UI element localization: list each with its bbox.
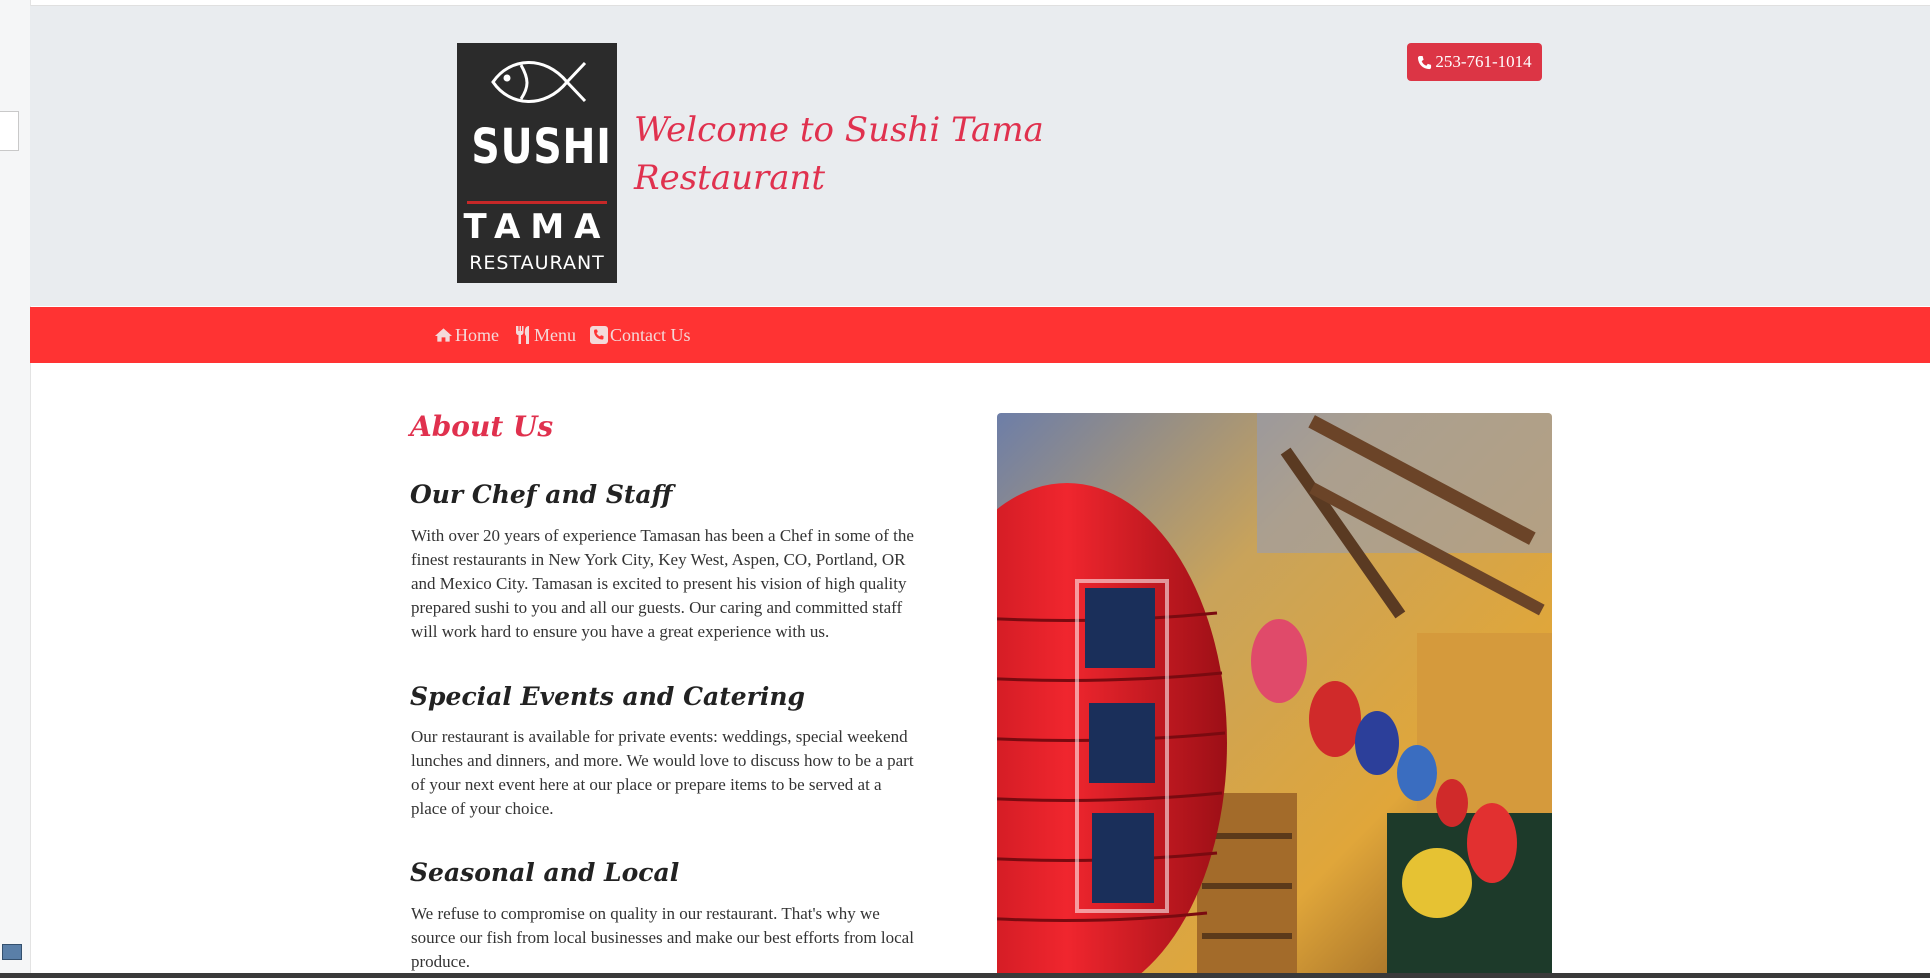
text-line: and Mexico City. Tamasan is excited to p… bbox=[411, 574, 907, 593]
section-text-chef: With over 20 years of experience Tamasan… bbox=[411, 524, 967, 644]
nav-menu[interactable]: Menu bbox=[514, 307, 576, 363]
restaurant-interior-photo bbox=[997, 413, 1552, 978]
main-nav: Home Menu Contact Us bbox=[30, 307, 1930, 363]
site-header: SUSHI TAMA RESTAURANT Welcome to Sushi T… bbox=[30, 6, 1930, 306]
image-thumbnail-icon[interactable] bbox=[2, 944, 22, 960]
text-line: We refuse to compromise on quality in ou… bbox=[411, 904, 880, 923]
text-line: place of your choice. bbox=[411, 799, 554, 818]
about-us-title: About Us bbox=[410, 410, 554, 443]
phone-square-icon bbox=[590, 326, 608, 344]
nav-contact-label: Contact Us bbox=[610, 324, 691, 345]
restaurant-logo[interactable]: SUSHI TAMA RESTAURANT bbox=[457, 43, 617, 283]
welcome-heading: Welcome to Sushi Tama Restaurant bbox=[634, 110, 1044, 198]
nav-contact[interactable]: Contact Us bbox=[590, 307, 691, 363]
phone-button[interactable]: 253-761-1014 bbox=[1407, 43, 1542, 81]
utensils-icon bbox=[516, 326, 529, 344]
logo-tama: TAMA bbox=[463, 207, 611, 247]
section-heading-events: Special Events and Catering bbox=[410, 682, 805, 711]
section-heading-seasonal: Seasonal and Local bbox=[410, 858, 680, 887]
browser-side-panel bbox=[0, 0, 31, 978]
logo-restaurant: RESTAURANT bbox=[469, 252, 605, 274]
text-line: source our fish from local businesses an… bbox=[411, 928, 914, 947]
text-line: will work hard to ensure you have a grea… bbox=[411, 622, 830, 641]
lantern-interior-illustration bbox=[997, 413, 1552, 978]
fish-icon bbox=[491, 61, 587, 103]
text-line: Our restaurant is available for private … bbox=[411, 727, 908, 746]
section-heading-chef: Our Chef and Staff bbox=[410, 480, 673, 509]
nav-menu-label: Menu bbox=[534, 324, 576, 345]
home-icon bbox=[434, 328, 453, 342]
phone-number: 253-761-1014 bbox=[1435, 52, 1532, 71]
logo-sushi: SUSHI bbox=[471, 119, 612, 175]
side-panel-input[interactable] bbox=[0, 111, 19, 151]
section-text-events: Our restaurant is available for private … bbox=[411, 725, 967, 821]
browser-bottom-edge bbox=[0, 973, 1930, 978]
section-text-seasonal: We refuse to compromise on quality in ou… bbox=[411, 902, 967, 974]
phone-icon bbox=[1418, 55, 1432, 69]
text-line: With over 20 years of experience Tamasan… bbox=[411, 526, 914, 545]
nav-home-label: Home bbox=[455, 324, 499, 345]
logo-divider bbox=[467, 201, 607, 204]
text-line: finest restaurants in New York City, Key… bbox=[411, 550, 906, 569]
text-line: lunches and dinners, and more. We would … bbox=[411, 751, 914, 770]
text-line: of your next event here at our place or … bbox=[411, 775, 882, 794]
nav-home[interactable]: Home bbox=[434, 307, 499, 363]
text-line: prepared sushi to you and all our guests… bbox=[411, 598, 903, 617]
text-line: produce. bbox=[411, 952, 471, 971]
